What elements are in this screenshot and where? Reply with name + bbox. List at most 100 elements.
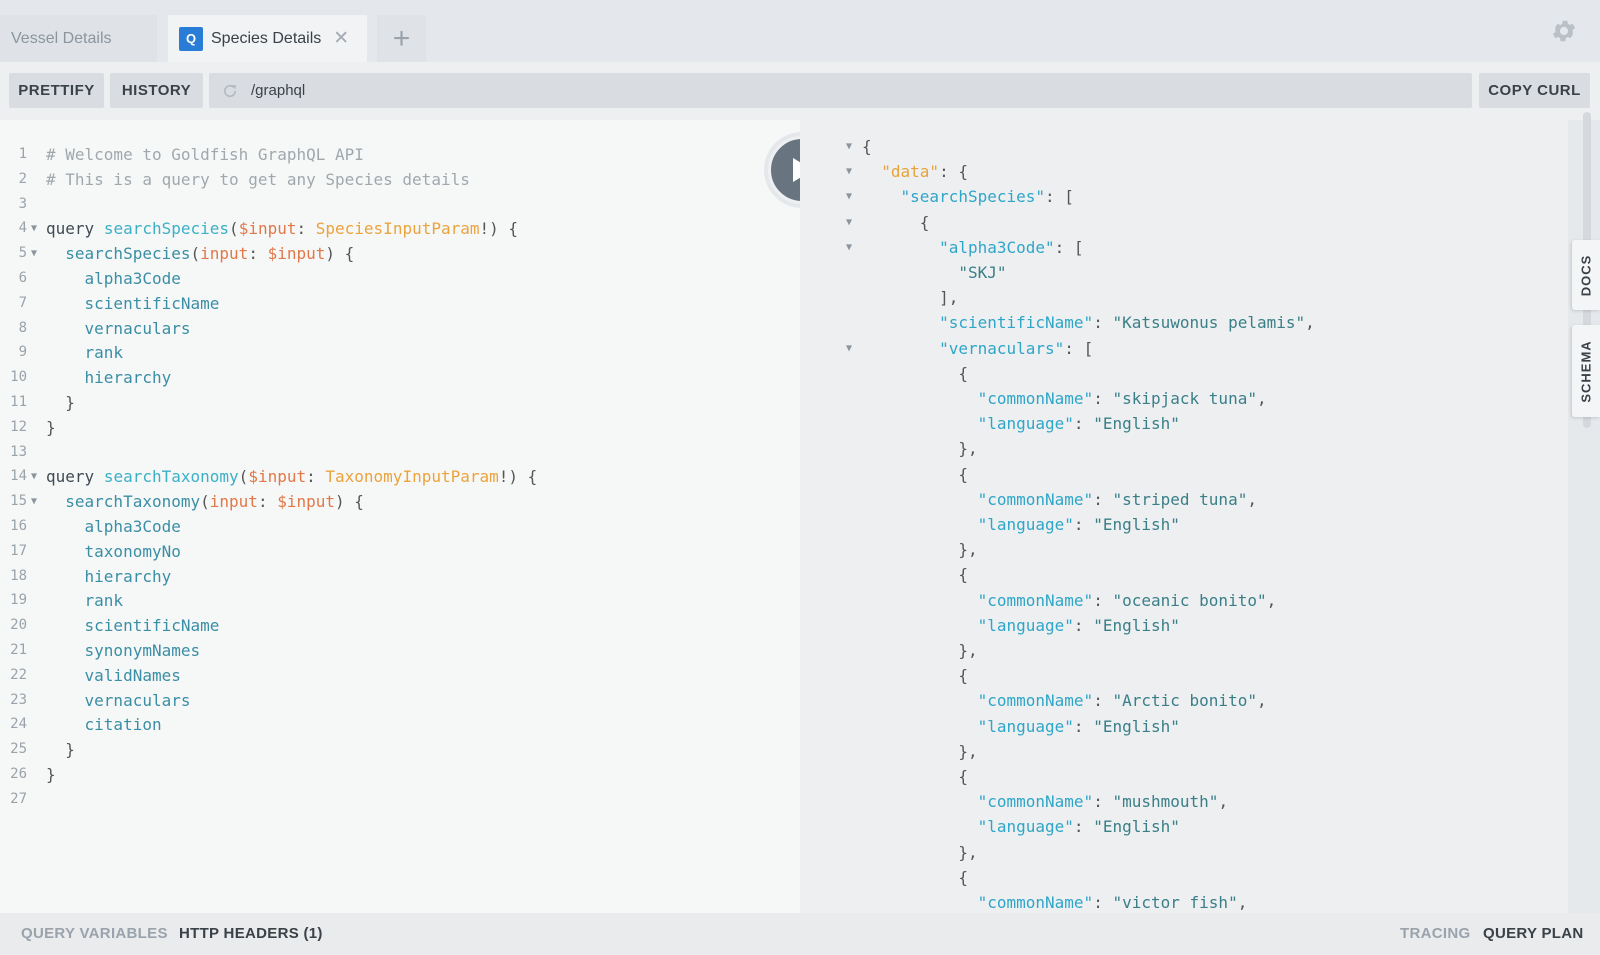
result-text: "commonName": "skipjack tuna", bbox=[977, 389, 1267, 408]
line-number: 1 bbox=[18, 146, 27, 162]
line-number: 3 bbox=[18, 195, 27, 212]
line-number: 11 bbox=[10, 394, 27, 410]
triangle-down-icon[interactable]: ▼ bbox=[31, 216, 37, 241]
query-plan-tab[interactable]: QUERY PLAN bbox=[1483, 925, 1584, 942]
triangle-down-icon[interactable]: ▼ bbox=[846, 210, 852, 235]
code-text: query searchSpecies($input: SpeciesInput… bbox=[46, 219, 519, 239]
plus-icon: + bbox=[392, 21, 411, 55]
code-text: vernaculars bbox=[84, 690, 191, 710]
result-text: "language": "English" bbox=[977, 716, 1180, 736]
result-text: "alpha3Code": [ bbox=[939, 237, 1084, 257]
code-text: hierarchy bbox=[84, 368, 172, 388]
triangle-down-icon[interactable]: ▼ bbox=[846, 184, 852, 209]
triangle-down-icon[interactable]: ▼ bbox=[846, 336, 852, 361]
code-text: scientificName bbox=[84, 616, 220, 636]
history-button[interactable]: HISTORY bbox=[110, 73, 203, 108]
result-text: { bbox=[862, 137, 872, 156]
result-viewer: ▼ {▼ "data": {▼ "searchSpecies": [▼ {▼ "a… bbox=[800, 112, 1568, 913]
http-headers-tab[interactable]: HTTP HEADERS (1) bbox=[179, 925, 323, 942]
line-number: 12 bbox=[10, 418, 27, 435]
code-text: hierarchy bbox=[84, 566, 172, 586]
result-text: { bbox=[862, 867, 968, 887]
result-text: { bbox=[862, 565, 968, 585]
close-icon[interactable]: ✕ bbox=[333, 29, 349, 48]
result-text: }, bbox=[862, 439, 978, 459]
code-text: searchTaxonomy(input: $input) { bbox=[65, 492, 364, 512]
line-number: 23 bbox=[10, 691, 27, 708]
query-variables-tab[interactable]: QUERY VARIABLES bbox=[21, 925, 168, 942]
bottom-bar: QUERY VARIABLES HTTP HEADERS (1) TRACING… bbox=[0, 913, 1600, 955]
code-text: searchSpecies(input: $input) { bbox=[65, 244, 355, 264]
schema-tab-label: SCHEMA bbox=[1578, 339, 1594, 403]
code-text: vernaculars bbox=[84, 318, 191, 338]
code-text: synonymNames bbox=[84, 641, 201, 660]
line-number: 13 bbox=[10, 443, 27, 460]
line-number: 15 bbox=[10, 493, 27, 510]
endpoint-url: /graphql bbox=[251, 82, 306, 99]
endpoint-url-field[interactable]: /graphql bbox=[209, 73, 1472, 108]
result-text: "commonName": "mushmouth", bbox=[977, 792, 1229, 812]
schema-tab[interactable]: SCHEMA bbox=[1572, 325, 1600, 417]
code-text: } bbox=[46, 765, 56, 784]
line-number: 5 bbox=[18, 245, 27, 262]
line-number: 19 bbox=[10, 592, 27, 609]
line-number: 17 bbox=[10, 542, 27, 559]
result-text: }, bbox=[862, 641, 978, 660]
result-text: "commonName": "oceanic bonito", bbox=[977, 590, 1277, 610]
code-text: alpha3Code bbox=[84, 269, 181, 288]
triangle-down-icon[interactable]: ▼ bbox=[846, 159, 852, 184]
line-number: 20 bbox=[10, 617, 27, 634]
code-text: } bbox=[46, 393, 75, 412]
tracing-tab[interactable]: TRACING bbox=[1400, 925, 1470, 942]
tab-label: Vessel Details bbox=[11, 29, 112, 47]
query-editor[interactable]: 1 # Welcome to Goldfish GraphQL API 2 # Thi… bbox=[0, 120, 800, 913]
triangle-down-icon[interactable]: ▼ bbox=[31, 464, 37, 489]
code-text: validNames bbox=[84, 665, 181, 685]
refresh-icon[interactable] bbox=[221, 82, 239, 100]
code-text: # Welcome to Goldfish GraphQL API bbox=[46, 145, 364, 164]
code-text: query searchTaxonomy($input: TaxonomyInp… bbox=[46, 467, 538, 487]
triangle-down-icon[interactable]: ▼ bbox=[31, 241, 37, 266]
line-number: 6 bbox=[18, 270, 27, 286]
line-number: 24 bbox=[10, 716, 27, 733]
result-text: "SKJ" bbox=[958, 263, 1007, 282]
result-text: ], bbox=[862, 288, 959, 308]
result-text: { bbox=[862, 363, 968, 383]
result-text: }, bbox=[862, 540, 978, 560]
docs-tab[interactable]: DOCS bbox=[1572, 240, 1600, 310]
tab-species-details[interactable]: Q Species Details ✕ bbox=[168, 15, 367, 62]
result-text: "data": { bbox=[881, 162, 968, 182]
line-number: 2 bbox=[18, 170, 27, 187]
line-number: 14 bbox=[10, 468, 27, 485]
result-text: "commonName": "victor fish", bbox=[977, 893, 1248, 912]
line-number: 18 bbox=[10, 567, 27, 584]
triangle-down-icon[interactable]: ▼ bbox=[31, 489, 37, 514]
line-number: 26 bbox=[10, 766, 27, 782]
triangle-down-icon[interactable]: ▼ bbox=[846, 134, 852, 159]
line-number: 4 bbox=[18, 220, 27, 237]
result-text: { bbox=[862, 767, 968, 786]
add-tab-button[interactable]: + bbox=[377, 15, 426, 62]
code-text: taxonomyNo bbox=[84, 541, 181, 561]
copy-curl-button[interactable]: COPY CURL bbox=[1479, 73, 1590, 108]
tab-label: Species Details bbox=[211, 29, 322, 47]
result-text: { bbox=[862, 464, 968, 484]
gear-icon[interactable] bbox=[1550, 17, 1578, 45]
tab-bar: Vessel Details Q Species Details ✕ + bbox=[0, 0, 1600, 62]
line-number: 27 bbox=[10, 790, 27, 807]
result-text: "language": "English" bbox=[977, 515, 1180, 534]
code-text: citation bbox=[84, 715, 162, 735]
code-text: } bbox=[46, 417, 56, 437]
docs-tab-label: DOCS bbox=[1578, 254, 1594, 296]
result-text: "commonName": "Arctic bonito", bbox=[977, 691, 1267, 711]
tab-vessel-details[interactable]: Vessel Details bbox=[0, 15, 157, 62]
line-number: 21 bbox=[10, 642, 27, 658]
result-text: }, bbox=[862, 842, 978, 862]
code-text: rank bbox=[84, 591, 124, 611]
result-text: { bbox=[862, 666, 968, 686]
result-text: "language": "English" bbox=[977, 817, 1180, 837]
triangle-down-icon[interactable]: ▼ bbox=[846, 235, 852, 260]
prettify-button[interactable]: PRETTIFY bbox=[9, 73, 104, 108]
code-text: alpha3Code bbox=[84, 517, 181, 536]
line-number: 22 bbox=[10, 666, 27, 683]
